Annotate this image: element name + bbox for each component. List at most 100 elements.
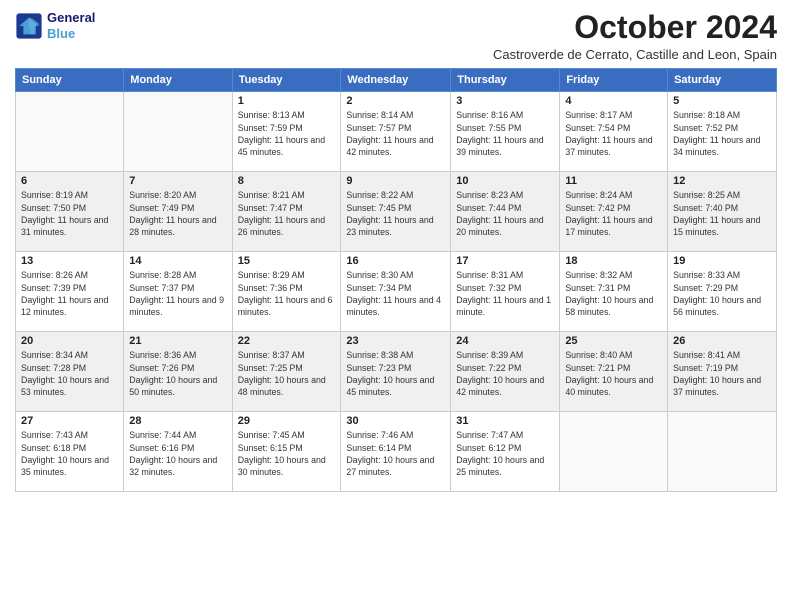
calendar-week-row: 27 Sunrise: 7:43 AM Sunset: 6:18 PM Dayli…: [16, 412, 777, 492]
day-info: Sunrise: 8:33 AM Sunset: 7:29 PM Dayligh…: [673, 269, 771, 318]
day-number: 19: [673, 255, 771, 267]
day-number: 8: [238, 175, 336, 187]
calendar-week-row: 6Sunrise: 8:19 AM Sunset: 7:50 PM Daylig…: [16, 172, 777, 252]
table-row: 20 Sunrise: 8:34 AM Sunset: 7:28 PM Dayli…: [16, 332, 124, 412]
day-info: Sunrise: 8:32 AM Sunset: 7:31 PM Dayligh…: [565, 269, 662, 318]
day-number: 5: [673, 95, 771, 107]
table-row: 17Sunrise: 8:31 AM Sunset: 7:32 PM Dayli…: [451, 252, 560, 332]
day-number: 6: [21, 175, 118, 187]
main-title: October 2024: [493, 10, 777, 45]
day-number: 2: [346, 95, 445, 107]
table-row: 28 Sunrise: 7:44 AM Sunset: 6:16 PM Dayli…: [124, 412, 232, 492]
day-info: Sunrise: 8:28 AM Sunset: 7:37 PM Dayligh…: [129, 269, 226, 318]
day-info: Sunrise: 8:41 AM Sunset: 7:19 PM Dayligh…: [673, 349, 771, 398]
calendar-week-row: 1 Sunrise: 8:13 AM Sunset: 7:59 PM Daylig…: [16, 92, 777, 172]
day-info: Sunrise: 8:31 AM Sunset: 7:32 PM Dayligh…: [456, 269, 554, 318]
table-row: 24 Sunrise: 8:39 AM Sunset: 7:22 PM Dayli…: [451, 332, 560, 412]
day-info: Sunrise: 8:16 AM Sunset: 7:55 PM Dayligh…: [456, 109, 554, 158]
day-info: Sunrise: 7:46 AM Sunset: 6:14 PM Dayligh…: [346, 429, 445, 478]
day-number: 30: [346, 415, 445, 427]
day-info: Sunrise: 8:13 AM Sunset: 7:59 PM Dayligh…: [238, 109, 336, 158]
day-info: Sunrise: 7:44 AM Sunset: 6:16 PM Dayligh…: [129, 429, 226, 478]
day-info: Sunrise: 8:17 AM Sunset: 7:54 PM Dayligh…: [565, 109, 662, 158]
day-info: Sunrise: 8:21 AM Sunset: 7:47 PM Dayligh…: [238, 189, 336, 238]
day-number: 15: [238, 255, 336, 267]
day-number: 7: [129, 175, 226, 187]
calendar-header-row: Sunday Monday Tuesday Wednesday Thursday…: [16, 69, 777, 92]
col-saturday: Saturday: [668, 69, 777, 92]
day-info: Sunrise: 7:47 AM Sunset: 6:12 PM Dayligh…: [456, 429, 554, 478]
table-row: 12 Sunrise: 8:25 AM Sunset: 7:40 PM Dayli…: [668, 172, 777, 252]
table-row: 10Sunrise: 8:23 AM Sunset: 7:44 PM Dayli…: [451, 172, 560, 252]
day-info: Sunrise: 8:22 AM Sunset: 7:45 PM Dayligh…: [346, 189, 445, 238]
table-row: 29 Sunrise: 7:45 AM Sunset: 6:15 PM Dayli…: [232, 412, 341, 492]
header: General Blue October 2024 Castroverde de…: [15, 10, 777, 62]
day-number: 13: [21, 255, 118, 267]
day-info: Sunrise: 8:26 AM Sunset: 7:39 PM Dayligh…: [21, 269, 118, 318]
day-info: Sunrise: 7:43 AM Sunset: 6:18 PM Dayligh…: [21, 429, 118, 478]
table-row: 31 Sunrise: 7:47 AM Sunset: 6:12 PM Dayli…: [451, 412, 560, 492]
day-number: 26: [673, 335, 771, 347]
day-number: 29: [238, 415, 336, 427]
day-info: Sunrise: 8:24 AM Sunset: 7:42 PM Dayligh…: [565, 189, 662, 238]
day-number: 10: [456, 175, 554, 187]
table-row: 16 Sunrise: 8:30 AM Sunset: 7:34 PM Dayli…: [341, 252, 451, 332]
day-info: Sunrise: 8:14 AM Sunset: 7:57 PM Dayligh…: [346, 109, 445, 158]
col-friday: Friday: [560, 69, 668, 92]
day-number: 20: [21, 335, 118, 347]
table-row: 6Sunrise: 8:19 AM Sunset: 7:50 PM Daylig…: [16, 172, 124, 252]
col-monday: Monday: [124, 69, 232, 92]
col-thursday: Thursday: [451, 69, 560, 92]
day-info: Sunrise: 7:45 AM Sunset: 6:15 PM Dayligh…: [238, 429, 336, 478]
table-row: [560, 412, 668, 492]
calendar-week-row: 13 Sunrise: 8:26 AM Sunset: 7:39 PM Dayli…: [16, 252, 777, 332]
day-number: 18: [565, 255, 662, 267]
table-row: 25 Sunrise: 8:40 AM Sunset: 7:21 PM Dayli…: [560, 332, 668, 412]
day-info: Sunrise: 8:34 AM Sunset: 7:28 PM Dayligh…: [21, 349, 118, 398]
day-number: 9: [346, 175, 445, 187]
day-info: Sunrise: 8:38 AM Sunset: 7:23 PM Dayligh…: [346, 349, 445, 398]
day-number: 12: [673, 175, 771, 187]
day-info: Sunrise: 8:18 AM Sunset: 7:52 PM Dayligh…: [673, 109, 771, 158]
day-number: 4: [565, 95, 662, 107]
calendar-week-row: 20 Sunrise: 8:34 AM Sunset: 7:28 PM Dayli…: [16, 332, 777, 412]
table-row: 2 Sunrise: 8:14 AM Sunset: 7:57 PM Daylig…: [341, 92, 451, 172]
table-row: 15Sunrise: 8:29 AM Sunset: 7:36 PM Dayli…: [232, 252, 341, 332]
col-wednesday: Wednesday: [341, 69, 451, 92]
day-info: Sunrise: 8:25 AM Sunset: 7:40 PM Dayligh…: [673, 189, 771, 238]
subtitle: Castroverde de Cerrato, Castille and Leo…: [493, 47, 777, 62]
table-row: 26 Sunrise: 8:41 AM Sunset: 7:19 PM Dayli…: [668, 332, 777, 412]
table-row: 11 Sunrise: 8:24 AM Sunset: 7:42 PM Dayli…: [560, 172, 668, 252]
day-info: Sunrise: 8:36 AM Sunset: 7:26 PM Dayligh…: [129, 349, 226, 398]
day-number: 31: [456, 415, 554, 427]
day-number: 23: [346, 335, 445, 347]
day-number: 22: [238, 335, 336, 347]
calendar: Sunday Monday Tuesday Wednesday Thursday…: [15, 68, 777, 492]
day-number: 16: [346, 255, 445, 267]
day-info: Sunrise: 8:30 AM Sunset: 7:34 PM Dayligh…: [346, 269, 445, 318]
day-number: 27: [21, 415, 118, 427]
day-info: Sunrise: 8:20 AM Sunset: 7:49 PM Dayligh…: [129, 189, 226, 238]
logo-line2: Blue: [47, 26, 95, 42]
table-row: 30 Sunrise: 7:46 AM Sunset: 6:14 PM Dayli…: [341, 412, 451, 492]
day-number: 28: [129, 415, 226, 427]
day-number: 14: [129, 255, 226, 267]
table-row: 5 Sunrise: 8:18 AM Sunset: 7:52 PM Daylig…: [668, 92, 777, 172]
logo: General Blue: [15, 10, 95, 41]
table-row: 22Sunrise: 8:37 AM Sunset: 7:25 PM Dayli…: [232, 332, 341, 412]
table-row: 14 Sunrise: 8:28 AM Sunset: 7:37 PM Dayli…: [124, 252, 232, 332]
day-number: 24: [456, 335, 554, 347]
table-row: 23 Sunrise: 8:38 AM Sunset: 7:23 PM Dayli…: [341, 332, 451, 412]
table-row: 19 Sunrise: 8:33 AM Sunset: 7:29 PM Dayli…: [668, 252, 777, 332]
table-row: 3Sunrise: 8:16 AM Sunset: 7:55 PM Daylig…: [451, 92, 560, 172]
day-number: 25: [565, 335, 662, 347]
day-number: 1: [238, 95, 336, 107]
table-row: 1 Sunrise: 8:13 AM Sunset: 7:59 PM Daylig…: [232, 92, 341, 172]
table-row: 4 Sunrise: 8:17 AM Sunset: 7:54 PM Daylig…: [560, 92, 668, 172]
table-row: [16, 92, 124, 172]
day-info: Sunrise: 8:39 AM Sunset: 7:22 PM Dayligh…: [456, 349, 554, 398]
logo-icon: [15, 12, 43, 40]
day-info: Sunrise: 8:40 AM Sunset: 7:21 PM Dayligh…: [565, 349, 662, 398]
day-number: 11: [565, 175, 662, 187]
table-row: 13 Sunrise: 8:26 AM Sunset: 7:39 PM Dayli…: [16, 252, 124, 332]
